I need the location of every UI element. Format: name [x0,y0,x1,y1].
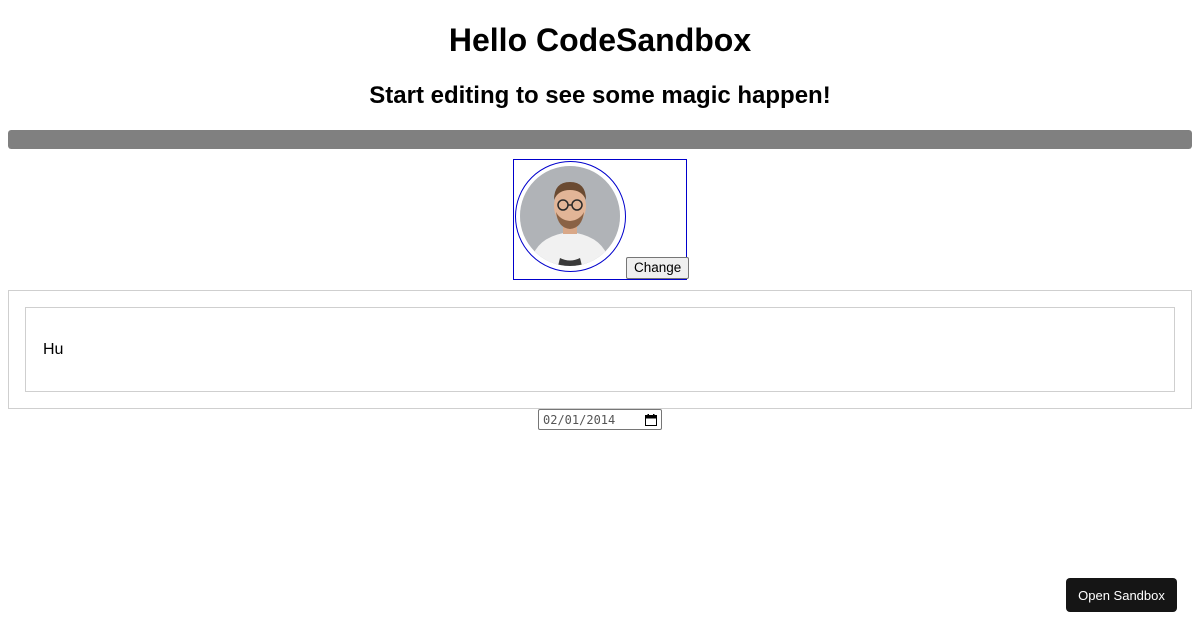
progress-bar [8,130,1192,149]
page-subtitle: Start editing to see some magic happen! [369,82,831,109]
change-avatar-button[interactable]: Change [626,257,690,279]
avatar-uploader: Change [513,159,690,280]
progress-bar-fill [8,130,1192,149]
calendar-icon[interactable] [645,413,657,426]
date-value: 02/01/2014 [543,412,616,427]
page: Hello CodeSandbox Start editing to see s… [0,0,1200,630]
date-input[interactable]: 02/01/2014 [538,409,662,430]
page-title: Hello CodeSandbox [448,22,752,58]
inner-card: Hu [25,307,1175,392]
outer-card: Hu [8,290,1192,409]
card-text: Hu [43,341,64,358]
avatar [520,166,620,266]
open-sandbox-button[interactable]: Open Sandbox [1066,578,1177,612]
